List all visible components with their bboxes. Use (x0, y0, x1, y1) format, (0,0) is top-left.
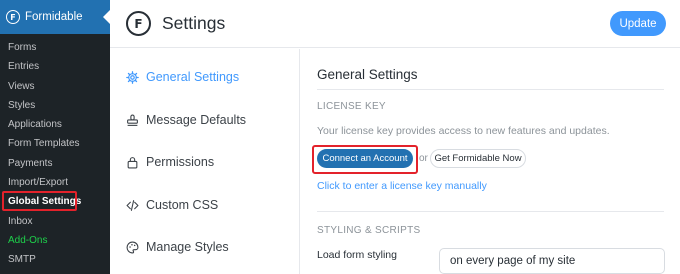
license-key-heading: LICENSE KEY (317, 101, 386, 112)
settings-panel: F Settings Update General Settings Messa… (110, 0, 680, 274)
divider (317, 211, 664, 212)
divider (317, 89, 664, 90)
formidable-submenu: Forms Entries Views Styles Applications … (0, 34, 110, 270)
enter-license-manually-link[interactable]: Click to enter a license key manually (317, 180, 487, 192)
section-title: General Settings (317, 67, 418, 82)
nav-custom-css[interactable]: Custom CSS (126, 198, 218, 212)
formidable-menu-label: Formidable (25, 11, 83, 23)
nav-label: Custom CSS (146, 198, 219, 212)
update-button[interactable]: Update (610, 11, 666, 36)
nav-label: Manage Styles (146, 240, 229, 254)
formidable-icon: F (6, 10, 20, 24)
formidable-menu-header[interactable]: F Formidable (0, 0, 110, 34)
formidable-logo-icon: F (126, 11, 151, 36)
submenu-forms[interactable]: Forms (0, 38, 110, 57)
nav-label: Permissions (146, 155, 215, 169)
palette-icon (126, 241, 139, 254)
submenu-entries[interactable]: Entries (0, 57, 110, 76)
submenu-add-ons[interactable]: Add-Ons (0, 231, 110, 250)
get-formidable-button[interactable]: Get Formidable Now (430, 149, 526, 168)
submenu-views[interactable]: Views (0, 77, 110, 96)
styling-scripts-heading: STYLING & SCRIPTS (317, 225, 421, 236)
nav-general-settings[interactable]: General Settings (126, 70, 239, 84)
nav-message-defaults[interactable]: Message Defaults (126, 113, 246, 127)
connect-account-highlight-box (312, 145, 418, 174)
page-title: Settings (162, 13, 226, 33)
license-description: Your license key provides access to new … (317, 125, 610, 137)
nav-label: Message Defaults (146, 113, 247, 127)
lock-icon (126, 156, 139, 169)
submenu-smtp[interactable]: SMTP (0, 250, 110, 269)
settings-nav: General Settings Message Defaults Permis… (110, 49, 300, 274)
load-form-styling-select[interactable]: on every page of my site (439, 248, 665, 274)
select-value: on every page of my site (450, 255, 576, 267)
global-settings-highlight-box (2, 191, 77, 211)
current-menu-caret (103, 10, 110, 24)
gear-icon (126, 70, 139, 84)
submenu-import-export[interactable]: Import/Export (0, 173, 110, 192)
submenu-payments[interactable]: Payments (0, 154, 110, 173)
code-icon (126, 199, 139, 212)
submenu-inbox[interactable]: Inbox (0, 212, 110, 231)
nav-manage-styles[interactable]: Manage Styles (126, 240, 229, 254)
submenu-styles[interactable]: Styles (0, 96, 110, 115)
submenu-applications[interactable]: Applications (0, 115, 110, 134)
or-separator: or (419, 153, 428, 164)
nav-permissions[interactable]: Permissions (126, 155, 214, 169)
stamp-icon (126, 114, 139, 127)
settings-header: F Settings Update (110, 0, 680, 48)
nav-label: General Settings (146, 70, 240, 84)
submenu-form-templates[interactable]: Form Templates (0, 134, 110, 153)
load-form-styling-label: Load form styling (317, 249, 397, 261)
general-settings-content: General Settings LICENSE KEY Your licens… (301, 49, 680, 274)
wp-admin-sidebar: F Formidable Forms Entries Views Styles … (0, 0, 110, 274)
